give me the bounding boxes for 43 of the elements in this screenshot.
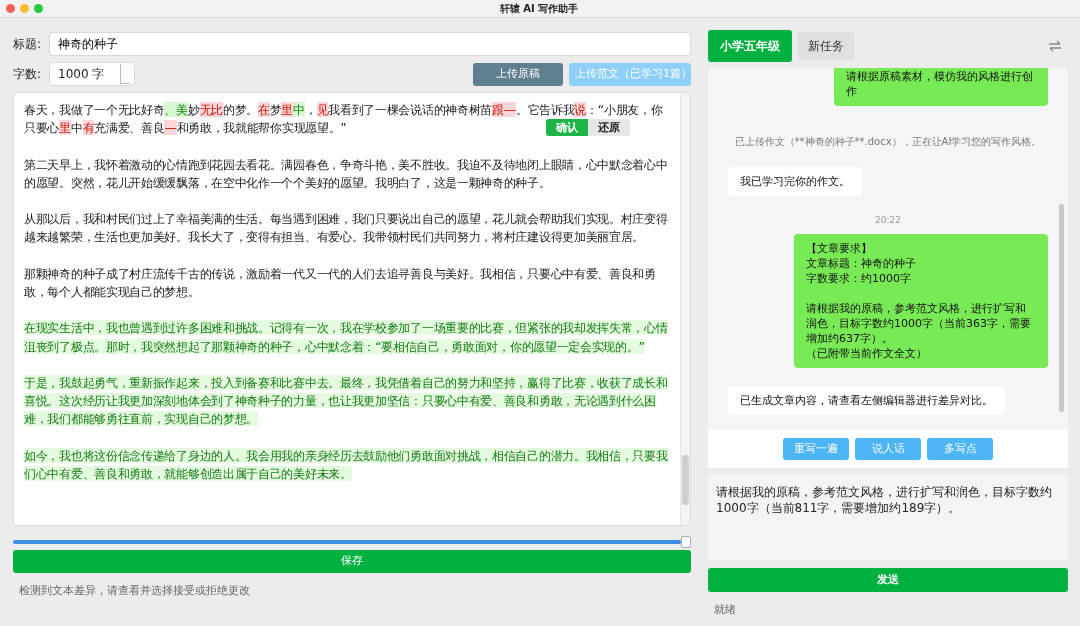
paragraph: 从那以后，我和村民们过上了幸福美满的生活。每当遇到困难，我们只要说出自己的愿望，花儿就会帮助我们实现。村庄变得越来越繁荣，生活也更加美好。我长大了，变得有担当、有爱心。我带领村民们共同努力，将村庄建设得更加美丽宜居。 <box>24 210 669 247</box>
status-text: 就绪 <box>713 602 737 618</box>
minimize-window-button[interactable] <box>20 4 29 13</box>
status-text: 检测到文本差异，请查看并选择接受或拒绝更改 <box>18 583 251 599</box>
slider-handle[interactable] <box>681 536 691 548</box>
word-count-label: 字数: <box>13 66 43 83</box>
text-editor[interactable] <box>13 92 691 526</box>
send-button[interactable]: 发送 <box>708 568 1068 592</box>
assistant-message: 我已学习完你的作文。 <box>728 167 862 196</box>
added-paragraph: 于是，我鼓起勇气，重新振作起来，投入到备赛和比赛中去。最终，我凭借着自己的努力和坚持，赢得了比赛，收获了成长和喜悦。这次经历让我更加深刻地体会到了神奇种子的力量，也让我更加坚信：只要心中有爱、善良和勇敢，无论遇到什么困难，我们都能够勇往直前，实现自己的梦想。 <box>24 373 669 429</box>
confirm-button[interactable]: 确认 <box>546 119 588 136</box>
message-line: （已附带当前作文全文） <box>806 345 928 361</box>
quick-action-button[interactable]: 重写一遍 <box>783 438 849 460</box>
upload-draft-button[interactable]: 上传原稿 <box>473 62 563 86</box>
timestamp: 20:22 <box>874 214 902 227</box>
message-line: 【文章要求】 <box>806 240 873 256</box>
upload-sample-button[interactable]: 上传范文（已学习1篇） <box>569 62 691 86</box>
revert-button[interactable]: 还原 <box>588 119 630 136</box>
save-button[interactable]: 保存 <box>13 550 691 573</box>
close-window-button[interactable] <box>6 4 15 13</box>
message-line: 请根据我的原稿，参考范文风格，进行扩写和润色，目标字数约1000字（当前363字，需要增加约637字）。 <box>806 300 1032 346</box>
message-line: 字数要求：约1000字 <box>806 270 912 286</box>
tab[interactable]: 小学五年级 <box>708 30 792 62</box>
scrollbar[interactable] <box>680 93 690 525</box>
paragraph: 那颗神奇的种子成了村庄流传千古的传说，激励着一代又一代的人们去追寻善良与美好。我相信，只要心中有爱、善良和勇敢，每个人都能实现自己的梦想。 <box>24 264 657 301</box>
word-count-spinbox[interactable]: 1000 字 <box>49 62 135 86</box>
title-label: 标题: <box>13 36 43 53</box>
scrollbar[interactable] <box>1059 204 1064 412</box>
message-input[interactable]: 请根据我的原稿，参考范文风格，进行扩写和润色，目标字数约1000字（当前811字，需要增加约189字）。 <box>708 474 1068 560</box>
maximize-window-button[interactable] <box>34 4 43 13</box>
message-line: 文章标题：神奇的种子 <box>806 255 917 271</box>
message-line: 请根据原稿素材，模仿我的风格进行创作 <box>846 69 1034 99</box>
tab[interactable]: 新任务 <box>798 32 854 60</box>
paragraph: 第二天早上，我怀着激动的心情跑到花园去看花。满园春色，争奇斗艳，美不胜收。我迫不及待地闭上眼睛，心中默念着心中的愿望。突然，花儿开始缓缓飘落，在空中化作一个个美好的愿望。我明白了，这是一颗神奇的种子。 <box>24 155 669 192</box>
added-paragraph: 在现实生活中，我也曾遇到过许多困难和挑战。记得有一次，我在学校参加了一场重要的比赛，但紧张的我却发挥失常，心情沮丧到了极点。那时，我突然想起了那颗神奇的种子，心中默念着：“要相信自己，勇敢面对，你的愿望一定会实现的。” <box>24 319 669 356</box>
assistant-message: 已生成文章内容，请查看左侧编辑器进行差异对比。 <box>728 385 1005 415</box>
title-input[interactable]: 神奇的种子 <box>49 32 691 56</box>
window-title: 轩辕 AI 写作助手 <box>499 3 579 14</box>
swap-icon[interactable] <box>1048 40 1062 52</box>
added-paragraph: 如今，我也将这份信念传递给了身边的人。我会用我的亲身经历去鼓励他们勇敢面对挑战，相信自己的潜力。我相信，只要我们心中有爱、善良和勇敢，就能够创造出属于自己的美好未来。 <box>24 446 669 483</box>
quick-action-button[interactable]: 说人话 <box>855 438 921 460</box>
system-notice: 已上传作文（**神奇的种子**.docx），正在让AI学习您的写作风格。 <box>733 135 1043 149</box>
quick-action-button[interactable]: 多写点 <box>927 438 993 460</box>
